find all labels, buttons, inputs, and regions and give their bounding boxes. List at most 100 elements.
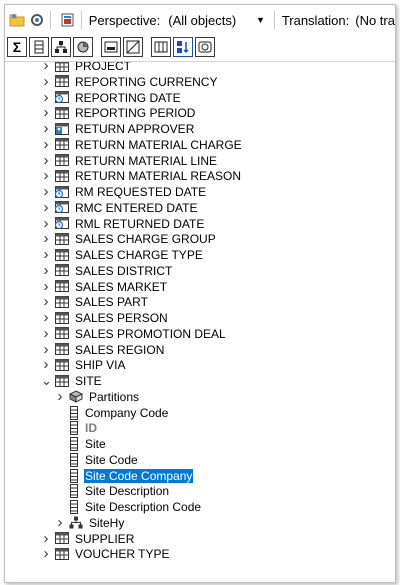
table-icon [55, 75, 69, 88]
perspective-label: Perspective: [88, 12, 161, 28]
chevron-right-icon[interactable]: › [41, 546, 51, 561]
toolbar-separator [50, 11, 51, 29]
tree-item-label: RM REQUESTED DATE [75, 185, 207, 199]
tree-item-label: REPORTING PERIOD [75, 106, 196, 121]
tree-item-table[interactable]: › SALES PERSON [41, 310, 169, 326]
tree-item-table[interactable]: › RML RETURNED DATE [41, 216, 205, 232]
date-table-icon [55, 217, 69, 230]
tree-item-attribute[interactable]: Site Description [65, 483, 170, 499]
toolbar-separator [80, 11, 82, 29]
tree-item-table[interactable]: › SALES CHARGE GROUP [41, 231, 217, 247]
chevron-right-icon[interactable]: › [41, 153, 51, 168]
chevron-right-icon[interactable]: › [41, 184, 51, 199]
tree-item-hierarchy[interactable]: › SiteHy [55, 515, 125, 531]
attr-icon [69, 500, 79, 514]
chevron-down-icon: ▼ [256, 15, 265, 25]
chevron-right-icon[interactable]: › [41, 216, 51, 231]
tree-item-table[interactable]: › VOUCHER TYPE [41, 546, 170, 562]
tree-item-table[interactable]: › RETURN APPROVER [41, 121, 195, 137]
tree-item-table[interactable]: › SALES PROMOTION DEAL [41, 326, 227, 342]
chevron-right-icon[interactable]: › [41, 62, 51, 73]
chevron-right-icon[interactable]: › [41, 279, 51, 294]
chevron-right-icon[interactable]: › [41, 168, 51, 183]
attr-icon [69, 421, 79, 436]
tree-item-table[interactable]: › SALES CHARGE TYPE [41, 247, 204, 263]
chevron-right-icon[interactable]: › [41, 121, 51, 136]
tree-item-table[interactable]: › SALES PART [41, 294, 149, 310]
tree-item-label: SALES PROMOTION DEAL [75, 326, 226, 341]
tree-item-table[interactable]: › RETURN MATERIAL LINE [41, 153, 218, 169]
tree-item-table[interactable]: › SALES MARKET [41, 279, 168, 295]
chevron-right-icon[interactable]: › [41, 247, 51, 262]
chevron-right-icon[interactable]: › [41, 105, 51, 120]
hierarchy-icon [69, 516, 83, 529]
table-icon [55, 248, 69, 262]
table-icon [55, 532, 69, 545]
tree-item-attribute[interactable]: Site [65, 436, 107, 452]
chevron-right-icon[interactable]: › [55, 389, 65, 404]
hide-empty-icon[interactable] [123, 37, 143, 57]
tree-item-table[interactable]: › SALES DISTRICT [41, 263, 173, 279]
table-icon [55, 547, 69, 561]
tree-item-table-site[interactable]: ⌄ SITE [41, 373, 103, 389]
tree-item-label: SALES MARKET [75, 279, 168, 294]
sort-icon[interactable] [173, 37, 193, 57]
model-icon[interactable] [60, 11, 76, 29]
chevron-right-icon[interactable]: › [41, 200, 51, 215]
chevron-right-icon[interactable]: › [41, 231, 51, 246]
tree-item-table[interactable]: › RETURN MATERIAL REASON [41, 168, 242, 184]
chevron-right-icon[interactable]: › [41, 137, 51, 152]
tree-item-table[interactable]: › SHIP VIA [41, 357, 126, 373]
sigma-icon[interactable]: Σ [7, 37, 27, 57]
chevron-right-icon[interactable]: › [41, 357, 51, 372]
tree-item-table[interactable]: › RETURN MATERIAL CHARGE [41, 137, 243, 153]
chevron-right-icon[interactable]: › [41, 310, 51, 325]
chevron-right-icon[interactable]: › [41, 342, 51, 357]
tree-item-table[interactable]: › RMC ENTERED DATE [41, 200, 198, 216]
tree-item-table[interactable]: › REPORTING CURRENCY [41, 74, 218, 90]
tree-item-table[interactable]: › REPORTING PERIOD [41, 105, 196, 121]
tree-item-attribute[interactable]: Company Code [65, 405, 169, 421]
tree-item-attribute[interactable]: Site Code Company [65, 468, 194, 484]
column-icon[interactable] [29, 37, 49, 57]
tree-item-attribute[interactable]: Site Description Code [65, 499, 202, 515]
tree-item-table[interactable]: › SALES REGION [41, 342, 165, 358]
perspective-select[interactable]: (All objects) ▼ [168, 10, 269, 30]
tree-item-table[interactable]: › PROJECT [41, 62, 132, 74]
settings-icon[interactable] [29, 11, 45, 29]
translation-label: Translation: [281, 12, 350, 28]
tree-item-label: Site Description [85, 484, 170, 499]
chevron-right-icon[interactable]: › [41, 263, 51, 278]
table-icon [55, 374, 69, 388]
table-icon [55, 295, 69, 309]
measure-grid-icon[interactable] [101, 37, 121, 57]
tree-item-table[interactable]: › RM REQUESTED DATE [41, 184, 207, 200]
hierarchy-icon[interactable] [51, 37, 71, 57]
tree-item-table[interactable]: › SUPPLIER [41, 531, 135, 547]
chevron-right-icon[interactable]: › [55, 515, 65, 530]
date-table-icon [55, 185, 69, 199]
partition-icon[interactable] [73, 37, 93, 57]
chevron-right-icon[interactable]: › [41, 326, 51, 341]
translation-value[interactable]: (No tra [355, 13, 395, 28]
partition-icon [69, 390, 83, 404]
chevron-down-icon[interactable]: ⌄ [41, 374, 52, 387]
attr-icon [69, 405, 79, 420]
chevron-right-icon[interactable]: › [41, 90, 51, 105]
tree-item-attribute[interactable]: ID [65, 420, 98, 436]
table-icon [55, 327, 69, 340]
tree-item-table[interactable]: › REPORTING DATE [41, 90, 182, 106]
translate-icon[interactable] [195, 37, 215, 57]
columns-view-icon[interactable] [151, 37, 171, 57]
table-icon [55, 264, 69, 277]
tree-item-label: SALES REGION [75, 342, 165, 357]
tree-item-partitions[interactable]: › Partitions [55, 389, 140, 405]
open-icon[interactable] [9, 11, 25, 29]
chevron-right-icon[interactable]: › [41, 294, 51, 309]
tree-item-label: ID [85, 421, 97, 436]
chevron-right-icon[interactable]: › [41, 74, 51, 89]
tree-item-label: SUPPLIER [75, 531, 135, 546]
chevron-right-icon[interactable]: › [41, 531, 51, 546]
tree-item-attribute[interactable]: Site Code [65, 452, 139, 468]
tree-item-label: SALES PERSON [75, 311, 168, 325]
